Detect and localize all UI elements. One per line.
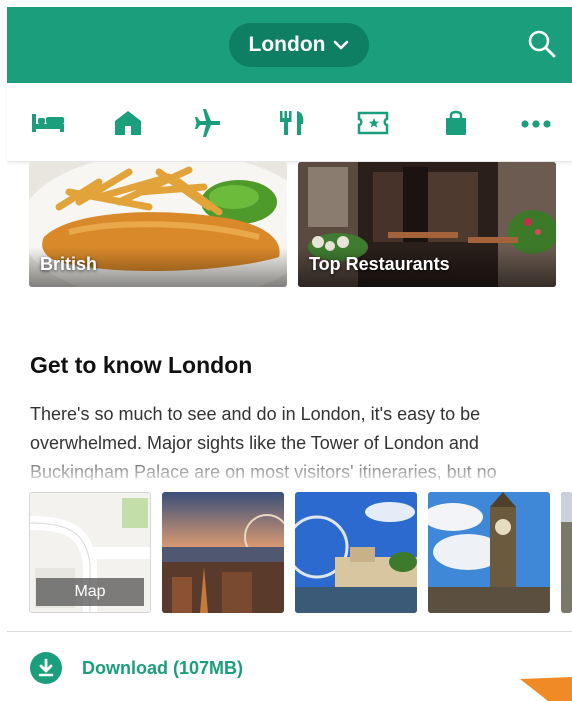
category-more[interactable] [519, 109, 553, 137]
category-rentals[interactable] [111, 109, 145, 137]
london-eye-sunset-thumbnail[interactable] [162, 492, 284, 613]
map-label: Map [36, 578, 144, 606]
text-fade-overlay [30, 452, 560, 482]
search-icon [528, 30, 556, 58]
category-flights[interactable] [191, 109, 225, 137]
card-label: British [40, 254, 98, 274]
card-top-restaurants[interactable]: Top Restaurants [298, 162, 556, 287]
big-ben-image [428, 492, 550, 613]
ticket-icon [357, 111, 389, 135]
download-button[interactable]: Download (107MB) [30, 652, 243, 684]
london-eye-day-thumbnail[interactable] [295, 492, 417, 613]
download-icon [30, 652, 62, 684]
london-eye-sunset-image [162, 492, 284, 613]
card-british[interactable]: British [29, 162, 287, 287]
shopping-bag-icon [446, 110, 466, 135]
category-attractions[interactable] [356, 109, 390, 137]
corner-accent-icon [520, 677, 572, 701]
app-header: London [7, 7, 572, 83]
chevron-down-icon [334, 40, 349, 50]
next-thumbnail-peek[interactable] [561, 492, 572, 613]
more-icon [521, 120, 551, 128]
london-eye-day-image [295, 492, 417, 613]
tower-image [561, 492, 572, 613]
category-hotels[interactable] [31, 109, 65, 137]
category-shopping[interactable] [439, 109, 473, 137]
category-restaurants[interactable] [276, 109, 310, 137]
city-name: London [248, 33, 326, 56]
map-thumbnail[interactable]: Map [29, 492, 151, 613]
airplane-icon [195, 109, 220, 137]
big-ben-thumbnail[interactable] [428, 492, 550, 613]
card-label: Top Restaurants [309, 254, 450, 274]
divider [7, 631, 572, 632]
city-selector-button[interactable]: London [229, 23, 369, 67]
search-button[interactable] [527, 29, 557, 59]
download-label: Download (107MB) [82, 657, 244, 678]
house-icon [115, 111, 141, 135]
category-bar [7, 83, 572, 162]
section-title: Get to know London [30, 352, 253, 378]
bed-icon [32, 114, 64, 132]
fork-knife-icon [280, 111, 304, 135]
